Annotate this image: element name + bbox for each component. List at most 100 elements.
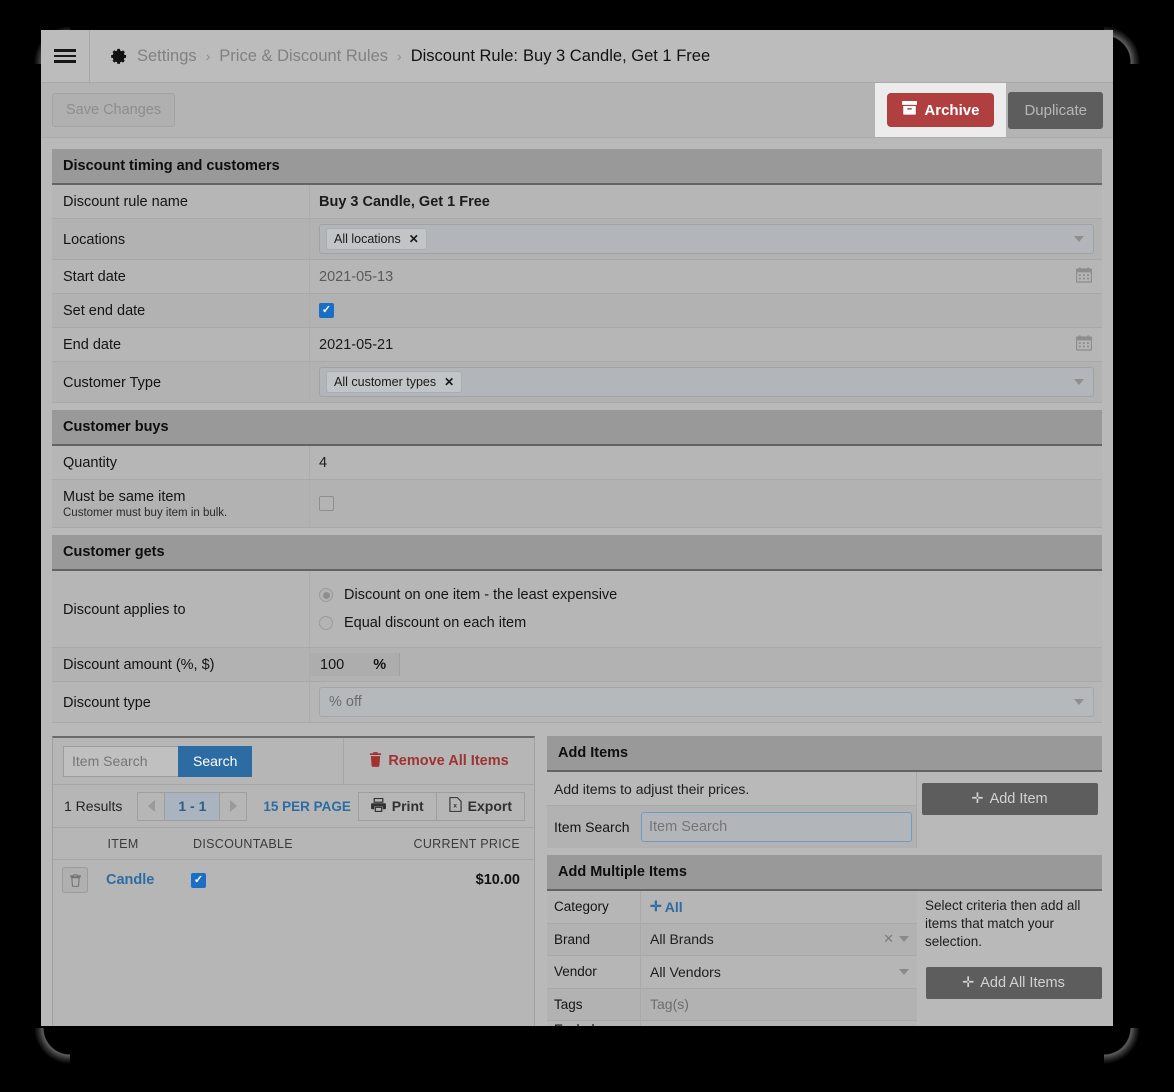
gear-icon[interactable] [109, 47, 128, 66]
section-header-timing: Discount timing and customers [52, 149, 1102, 185]
page-range: 1 - 1 [164, 792, 221, 820]
row-discount-applies-to: Discount applies to Discount on one item… [52, 571, 1102, 648]
value-customer-type: All customer types ✕ [310, 362, 1102, 402]
tags-input[interactable]: Tag(s) [641, 989, 917, 1021]
token-label: All locations [334, 232, 401, 246]
add-items-note: Add items to adjust their prices. [547, 772, 916, 806]
start-date-field[interactable]: 2021-05-13 [319, 266, 1094, 287]
section-header-customer-gets: Customer gets [52, 535, 1102, 571]
add-item-button[interactable]: ✛ Add Item [921, 783, 1098, 815]
value-category: ✛ All [641, 891, 917, 923]
value-discount-rule-name: Buy 3 Candle, Get 1 Free [319, 193, 490, 210]
export-button[interactable]: x Export [435, 792, 524, 820]
radio-option-least-expensive[interactable]: Discount on one item - the least expensi… [319, 581, 1102, 609]
search-button[interactable]: Search [178, 745, 253, 777]
item-discountable-cell [191, 872, 321, 888]
archive-highlight-box: Archive [875, 83, 1007, 137]
row-category: Category ✛ All [547, 891, 917, 924]
value-set-end-date [310, 294, 1102, 327]
label-tags: Tags [547, 988, 641, 1020]
column-header-item: ITEM [107, 836, 139, 851]
exclude-tags-input[interactable]: Exclude [641, 1021, 917, 1026]
hamburger-icon[interactable] [41, 30, 90, 82]
print-label: Print [391, 798, 424, 814]
must-be-same-item-checkbox[interactable] [319, 496, 334, 511]
token-remove-icon[interactable]: ✕ [444, 375, 454, 389]
must-be-same-item-title: Must be same item [63, 489, 186, 505]
value-quantity[interactable]: 4 [310, 446, 1102, 479]
end-date-field[interactable]: 2021-05-21 [319, 334, 1094, 355]
locations-select[interactable]: All locations ✕ [319, 224, 1094, 254]
label-set-end-date: Set end date [52, 294, 310, 327]
discount-type-select[interactable]: % off [319, 687, 1094, 717]
chevron-down-icon [1074, 236, 1084, 242]
token-remove-icon[interactable]: ✕ [409, 232, 419, 246]
customer-type-select[interactable]: All customer types ✕ [319, 367, 1094, 397]
chevron-down-icon [899, 936, 909, 943]
add-multiple-side: Select criteria then add all items that … [917, 891, 1102, 1026]
calendar-icon[interactable] [1075, 266, 1093, 287]
radio-option-equal-discount[interactable]: Equal discount on each item [319, 609, 1102, 637]
print-button[interactable]: Print [359, 793, 436, 820]
breadcrumb-item-settings[interactable]: Settings [137, 47, 197, 66]
add-all-items-label: Add All Items [980, 975, 1065, 992]
svg-text:x: x [453, 803, 457, 810]
value-locations: All locations ✕ [310, 219, 1102, 259]
add-item-search-input[interactable] [641, 812, 912, 842]
calendar-icon[interactable] [1075, 334, 1093, 355]
discount-amount-value: 100 [320, 656, 345, 673]
item-name-link[interactable]: Candle [106, 872, 191, 888]
add-multiple-fields: Category ✛ All Brand All Brands ✕ Vendor… [547, 891, 917, 1026]
section-header-customer-buys: Customer buys [52, 410, 1102, 446]
label-customer-type: Customer Type [52, 362, 310, 402]
items-toolbar: Search Remove All Items [53, 738, 534, 785]
excel-file-icon: x [449, 797, 462, 815]
label-discount-type: Discount type [52, 682, 310, 722]
category-add-all-link[interactable]: ✛ All [650, 898, 683, 915]
next-page-button[interactable] [220, 792, 247, 820]
discount-amount-input[interactable]: 100 % [310, 653, 400, 676]
section-header-add-multiple: Add Multiple Items [547, 855, 1102, 891]
discount-timing-panel: Discount timing and customers Discount r… [52, 149, 1102, 403]
row-quantity: Quantity 4 [52, 446, 1102, 480]
value-discount-type: % off [310, 682, 1102, 722]
column-header-current-price: CURRENT PRICE [413, 836, 520, 851]
duplicate-button[interactable]: Duplicate [1008, 91, 1103, 129]
value-start-date: 2021-05-13 [310, 260, 1102, 293]
set-end-date-checkbox[interactable] [319, 303, 334, 318]
remove-all-items-button[interactable]: Remove All Items [344, 738, 534, 784]
label-discount-rule-name: Discount rule name [52, 185, 310, 218]
bottom-columns: Search Remove All Items 1 Results [52, 736, 1102, 1026]
row-tags: Tags Tag(s) [547, 988, 917, 1021]
token-all-customer-types: All customer types ✕ [326, 371, 463, 393]
chevron-left-icon [147, 800, 155, 812]
brand-select[interactable]: All Brands ✕ [641, 924, 917, 956]
value-discount-applies-to: Discount on one item - the least expensi… [310, 571, 1102, 647]
per-page-selector[interactable]: 15 PER PAGE [263, 799, 351, 814]
prev-page-button[interactable] [138, 792, 165, 820]
breadcrumb-current: Discount Rule: Buy 3 Candle, Get 1 Free [411, 47, 710, 66]
end-date-value: 2021-05-21 [319, 336, 394, 353]
radio-icon-selected [319, 588, 333, 602]
token-all-locations: All locations ✕ [326, 228, 427, 250]
breadcrumb-item-price-discount-rules[interactable]: Price & Discount Rules [219, 47, 388, 66]
add-items-right: ✛ Add Item [917, 772, 1102, 848]
breadcrumb-separator-2: › [397, 48, 402, 64]
add-all-items-button[interactable]: ✛ Add All Items [925, 967, 1102, 1000]
value-must-be-same-item [310, 480, 1102, 527]
row-locations: Locations All locations ✕ [52, 219, 1102, 260]
trash-icon [369, 751, 382, 771]
delete-item-button[interactable] [62, 867, 88, 893]
label-start-date: Start date [52, 260, 310, 293]
vendor-select[interactable]: All Vendors [641, 956, 917, 988]
clear-icon[interactable]: ✕ [883, 931, 894, 947]
radio-icon-unselected [319, 616, 333, 630]
archive-button[interactable]: Archive [887, 93, 995, 127]
criteria-note: Select criteria then add all items that … [925, 898, 1081, 949]
label-quantity: Quantity [52, 446, 310, 479]
discountable-checkbox[interactable] [191, 872, 206, 888]
row-set-end-date: Set end date [52, 294, 1102, 328]
item-search-input[interactable] [63, 745, 178, 777]
save-changes-button[interactable]: Save Changes [52, 93, 176, 127]
label-brand: Brand [547, 923, 641, 955]
